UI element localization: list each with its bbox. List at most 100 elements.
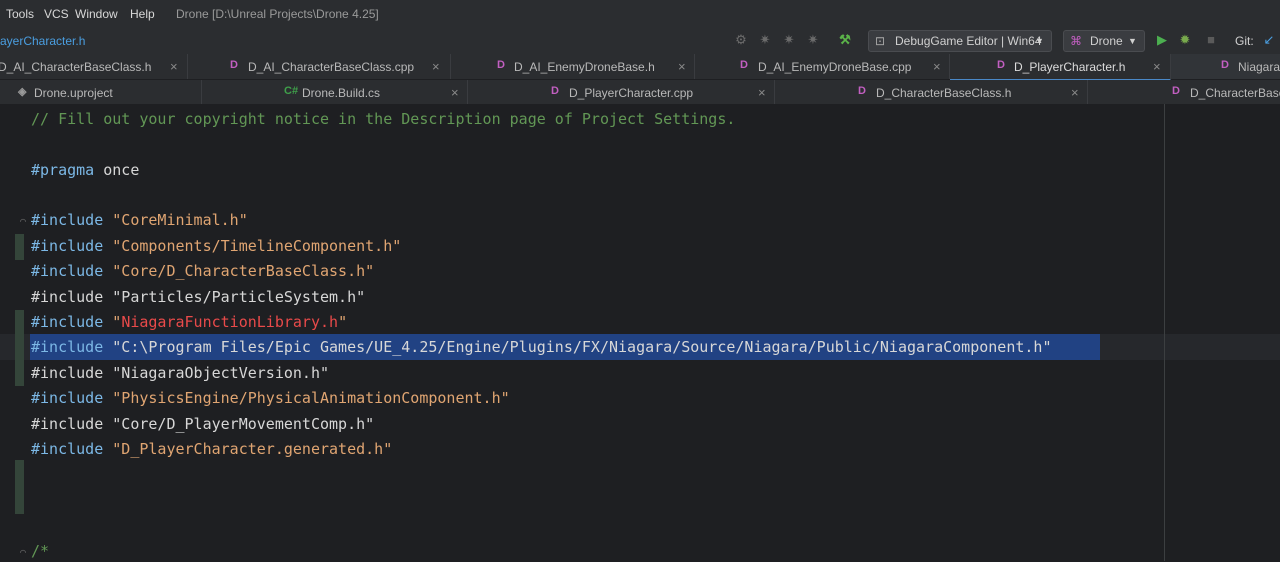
tab-label: D_AI_EnemyDroneBase.h — [514, 60, 655, 74]
include-path: "Core/D_PlayerMovementComp.h" — [112, 415, 375, 433]
build-hammer-icon[interactable]: ⚒ — [838, 33, 852, 47]
tab-d-ai-enemydronebase-h[interactable]: D D_AI_EnemyDroneBase.h × — [451, 54, 695, 79]
fold-icon[interactable]: ⌒ — [20, 216, 26, 227]
settings-icon[interactable]: ⚙ — [734, 33, 748, 47]
include-keyword: #include — [31, 364, 104, 382]
menu-help[interactable]: Help — [130, 7, 155, 21]
cpp-file-icon: D — [740, 59, 748, 71]
include-path: "Core/D_CharacterBaseClass.h" — [112, 262, 375, 280]
bug-icon[interactable]: ✷ — [758, 33, 772, 47]
target-icon: ⌘ — [1070, 34, 1082, 48]
vcs-change-marker — [15, 310, 24, 386]
git-label: Git: — [1235, 34, 1254, 48]
vcs-change-marker — [15, 460, 24, 514]
tab-label: NiagaraC — [1238, 60, 1280, 74]
include-path-quote: " — [338, 313, 348, 331]
unresolved-include-path: NiagaraFunctionLibrary.h — [121, 313, 339, 331]
code-editor[interactable]: ⌒ ⌒ // Fill out your copyright notice in… — [0, 104, 1280, 561]
close-icon[interactable]: × — [933, 59, 941, 74]
header-file-icon: D — [1172, 85, 1180, 97]
code-line-include: #include "NiagaraObjectVersion.h" — [31, 362, 329, 384]
include-path: "NiagaraObjectVersion.h" — [112, 364, 330, 382]
include-path: "CoreMinimal.h" — [112, 211, 248, 229]
chevron-down-icon: ▼ — [1035, 36, 1044, 46]
include-keyword: #include — [31, 262, 104, 280]
close-icon[interactable]: × — [1153, 59, 1161, 74]
include-keyword: #include — [31, 389, 104, 407]
code-line-include: #include "NiagaraFunctionLibrary.h" — [31, 311, 347, 333]
tab-label: D_CharacterBaseC — [1190, 86, 1280, 100]
include-path: "Particles/ParticleSystem.h" — [112, 288, 366, 306]
header-file-icon: D — [497, 59, 505, 71]
build-configuration-combo[interactable]: ⊡ DebugGame Editor | Win64 ▼ — [868, 30, 1052, 52]
close-icon[interactable]: × — [678, 59, 686, 74]
menu-tools[interactable]: Tools — [6, 7, 34, 21]
menu-vcs[interactable]: VCS — [44, 7, 69, 21]
code-line-pragma: #pragma once — [31, 159, 139, 181]
tab-label: Drone.uproject — [34, 86, 113, 100]
header-file-icon: D — [997, 59, 1005, 71]
breadcrumb[interactable]: ayerCharacter.h — [0, 34, 85, 48]
editor-tabs-row-2: ◈ Drone.uproject C# Drone.Build.cs × D D… — [0, 80, 1280, 106]
code-line-include: #include "Components/TimelineComponent.h… — [31, 235, 401, 257]
tab-drone-build-cs[interactable]: C# Drone.Build.cs × — [202, 80, 468, 105]
pragma-value: once — [94, 161, 140, 179]
build-configuration-label: DebugGame Editor | Win64 — [895, 34, 1042, 48]
menu-window[interactable]: Window — [75, 7, 118, 21]
code-line-include-selected: #include "C:\Program Files/Epic Games/UE… — [31, 336, 1051, 358]
configuration-icon: ⊡ — [875, 34, 886, 48]
close-icon[interactable]: × — [170, 59, 178, 74]
bug-icon[interactable]: ✷ — [806, 33, 820, 47]
project-file-icon: ◈ — [18, 86, 27, 98]
include-path: "PhysicsEngine/PhysicalAnimationComponen… — [112, 389, 510, 407]
tab-label: Drone.Build.cs — [302, 86, 381, 100]
tab-label: D_CharacterBaseClass.h — [876, 86, 1012, 100]
tab-d-ai-enemydronebase-cpp[interactable]: D D_AI_EnemyDroneBase.cpp × — [695, 54, 950, 79]
csharp-file-icon: C# — [284, 85, 299, 97]
tab-niagarac[interactable]: D NiagaraC — [1171, 54, 1280, 79]
include-path-quote: " — [112, 313, 122, 331]
tab-label: D_AI_EnemyDroneBase.cpp — [758, 60, 912, 74]
window-title: Drone [D:\Unreal Projects\Drone 4.25] — [176, 7, 379, 21]
include-keyword: #include — [31, 440, 104, 458]
vcs-change-marker — [15, 234, 24, 260]
chevron-down-icon: ▼ — [1128, 36, 1137, 46]
fold-icon[interactable]: ⌒ — [20, 547, 26, 558]
pragma-keyword: #pragma — [31, 161, 95, 179]
cpp-file-icon: D — [230, 59, 238, 71]
tab-d-characterbasec[interactable]: D D_CharacterBaseC — [1088, 80, 1280, 105]
tab-d-playercharacter-h[interactable]: D D_PlayerCharacter.h × — [950, 54, 1171, 81]
include-keyword: #include — [31, 211, 104, 229]
right-margin-guide — [1164, 104, 1165, 561]
close-icon[interactable]: × — [432, 59, 440, 74]
include-path: "D_PlayerCharacter.generated.h" — [112, 440, 393, 458]
code-comment: // Fill out your copyright notice in the… — [31, 110, 736, 128]
code-line-include: #include "Core/D_PlayerMovementComp.h" — [31, 413, 374, 435]
stop-icon[interactable]: ■ — [1204, 33, 1218, 47]
debug-icon[interactable]: ✹ — [1178, 33, 1192, 47]
include-path: "Components/TimelineComponent.h" — [112, 237, 402, 255]
close-icon[interactable]: × — [451, 85, 459, 100]
close-icon[interactable]: × — [1071, 85, 1079, 100]
header-file-icon: D — [858, 85, 866, 97]
tab-drone-uproject[interactable]: ◈ Drone.uproject — [0, 80, 202, 105]
tab-d-ai-characterbaseclass-h[interactable]: D_AI_CharacterBaseClass.h × — [0, 54, 188, 79]
run-target-label: Drone — [1090, 34, 1123, 48]
tab-d-characterbaseclass-h[interactable]: D D_CharacterBaseClass.h × — [775, 80, 1088, 105]
header-file-icon: D — [1221, 59, 1229, 71]
bug-icon[interactable]: ✷ — [782, 33, 796, 47]
code-line-include: #include "D_PlayerCharacter.generated.h" — [31, 438, 392, 460]
include-keyword: #include — [31, 237, 104, 255]
tab-d-playercharacter-cpp[interactable]: D D_PlayerCharacter.cpp × — [468, 80, 775, 105]
code-comment-start: /* — [31, 542, 50, 560]
tab-d-ai-characterbaseclass-cpp[interactable]: D D_AI_CharacterBaseClass.cpp × — [188, 54, 451, 79]
editor-tabs-row-1: D_AI_CharacterBaseClass.h × D D_AI_Chara… — [0, 54, 1280, 81]
run-target-combo[interactable]: ⌘ Drone ▼ — [1063, 30, 1145, 52]
include-path: "C:\Program Files/Epic Games/UE_4.25/Eng… — [112, 338, 1052, 356]
code-line-include: #include "Particles/ParticleSystem.h" — [31, 286, 365, 308]
close-icon[interactable]: × — [758, 85, 766, 100]
code-line-include: #include "CoreMinimal.h" — [31, 209, 248, 231]
navigation-toolbar: ayerCharacter.h ⚙ ✷ ✷ ✷ ⚒ ⊡ DebugGame Ed… — [0, 28, 1280, 54]
run-icon[interactable]: ▶ — [1155, 33, 1169, 47]
git-update-icon[interactable]: ↙ — [1262, 33, 1276, 47]
